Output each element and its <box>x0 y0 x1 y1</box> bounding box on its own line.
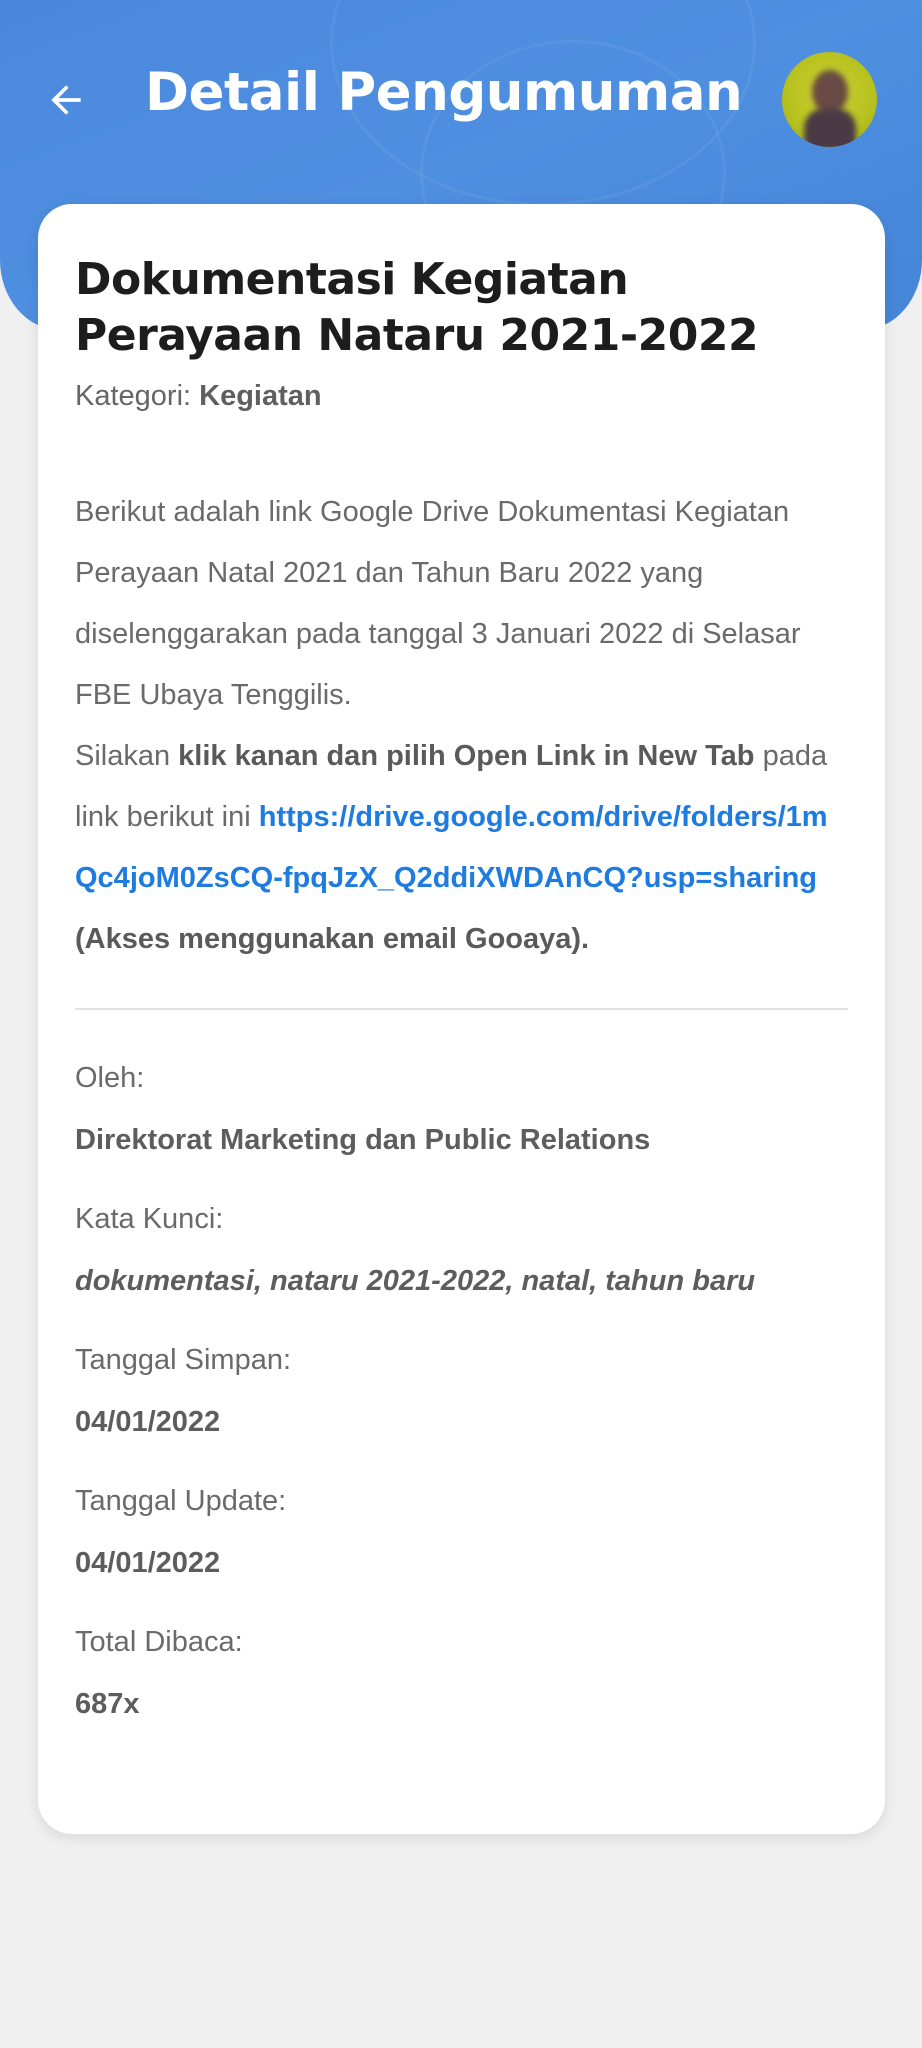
updated-date-block: Tanggal Update: 04/01/2022 <box>75 1483 848 1581</box>
back-button[interactable] <box>36 70 96 130</box>
instruction-prefix: Silakan <box>75 740 179 772</box>
app-bar: Detail Pengumuman <box>0 0 922 200</box>
category-line: Kategori: Kegiatan <box>75 378 848 414</box>
announcement-body: Berikut adalah link Google Drive Dokumen… <box>75 482 848 970</box>
page-title: Detail Pengumuman <box>145 62 743 123</box>
author-value: Direktorat Marketing dan Public Relation… <box>75 1124 651 1156</box>
read-count-block: Total Dibaca: 687x <box>75 1624 848 1722</box>
saved-date-value: 04/01/2022 <box>75 1406 221 1438</box>
avatar[interactable] <box>782 52 877 147</box>
category-value: Kegiatan <box>199 380 322 412</box>
category-label: Kategori: <box>75 380 192 412</box>
keywords-block: Kata Kunci: dokumentasi, nataru 2021-202… <box>75 1201 848 1299</box>
updated-date-label: Tanggal Update: <box>75 1485 287 1517</box>
read-count-label: Total Dibaca: <box>75 1626 243 1658</box>
updated-date-value: 04/01/2022 <box>75 1547 221 1579</box>
read-count-value: 687x <box>75 1688 140 1720</box>
keywords-label: Kata Kunci: <box>75 1203 224 1235</box>
author-label: Oleh: <box>75 1062 145 1094</box>
divider <box>75 1008 848 1010</box>
meta-section: Oleh: Direktorat Marketing dan Public Re… <box>75 1060 848 1722</box>
body-paragraph-2: Silakan klik kanan dan pilih Open Link i… <box>75 726 848 970</box>
arrow-left-icon <box>51 85 81 115</box>
announcement-card: Dokumentasi Kegiatan Perayaan Nataru 202… <box>38 204 885 1834</box>
link-note: (Akses menggunakan email Gooaya). <box>75 923 590 955</box>
announcement-title: Dokumentasi Kegiatan Perayaan Nataru 202… <box>75 254 759 361</box>
instruction-bold: klik kanan dan pilih Open Link in New Ta… <box>178 740 755 772</box>
saved-date-label: Tanggal Simpan: <box>75 1344 292 1376</box>
keywords-value: dokumentasi, nataru 2021-2022, natal, ta… <box>75 1265 756 1297</box>
body-paragraph-1: Berikut adalah link Google Drive Dokumen… <box>75 496 801 711</box>
author-block: Oleh: Direktorat Marketing dan Public Re… <box>75 1060 848 1158</box>
avatar-body <box>804 108 856 147</box>
saved-date-block: Tanggal Simpan: 04/01/2022 <box>75 1342 848 1440</box>
